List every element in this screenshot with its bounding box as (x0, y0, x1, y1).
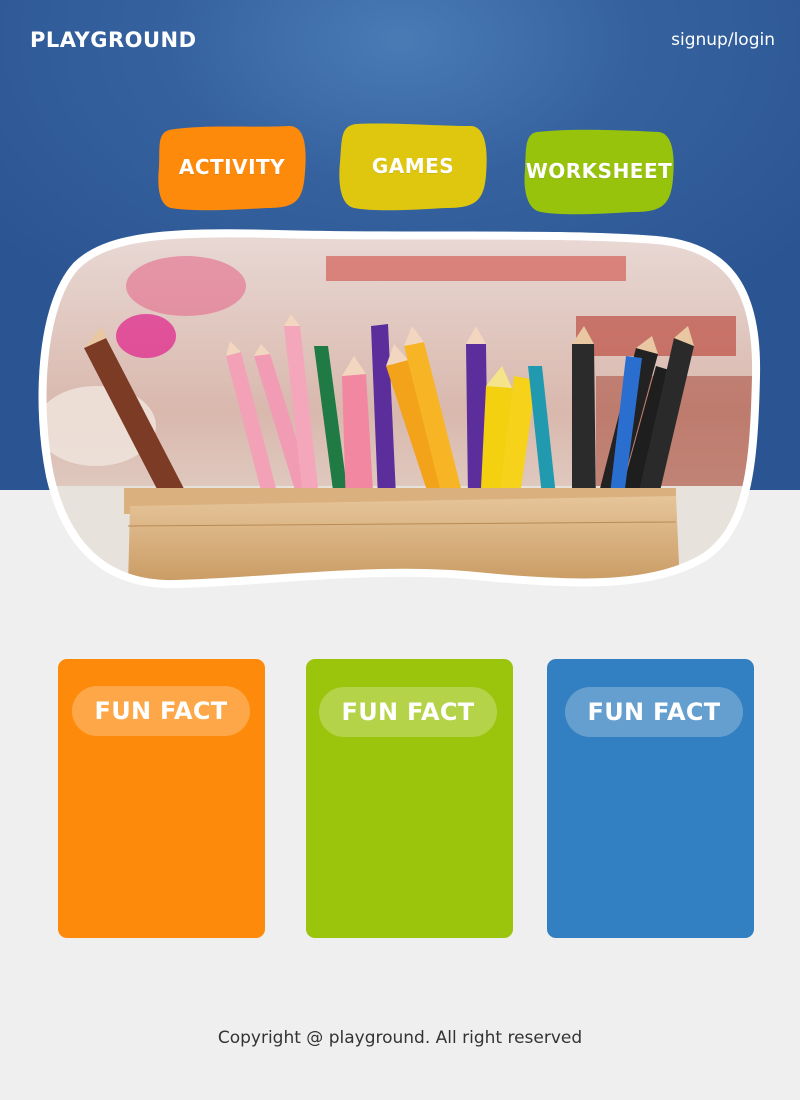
fun-fact-card-blue[interactable]: FUN FACT (547, 659, 754, 938)
footer-copyright: Copyright @ playground. All right reserv… (217, 1028, 583, 1048)
nav-worksheet-label: WORKSHEET (525, 159, 673, 183)
signup-login-link[interactable]: signup/login (671, 30, 775, 50)
fun-fact-title: FUN FACT (72, 686, 250, 736)
fun-fact-card-green[interactable]: FUN FACT (306, 659, 513, 938)
nav-activity-button[interactable]: ACTIVITY (157, 122, 307, 212)
fun-fact-title: FUN FACT (319, 687, 497, 737)
fun-fact-card-orange[interactable]: FUN FACT (58, 659, 265, 938)
nav-games-label: GAMES (371, 154, 455, 178)
site-logo[interactable]: PLAYGROUND (30, 28, 197, 52)
nav-games-button[interactable]: GAMES (338, 120, 488, 212)
nav-activity-label: ACTIVITY (178, 155, 286, 179)
hero-pencils-image (38, 229, 761, 589)
fun-fact-title: FUN FACT (565, 687, 743, 737)
nav-worksheet-button[interactable]: WORKSHEET (523, 126, 675, 216)
